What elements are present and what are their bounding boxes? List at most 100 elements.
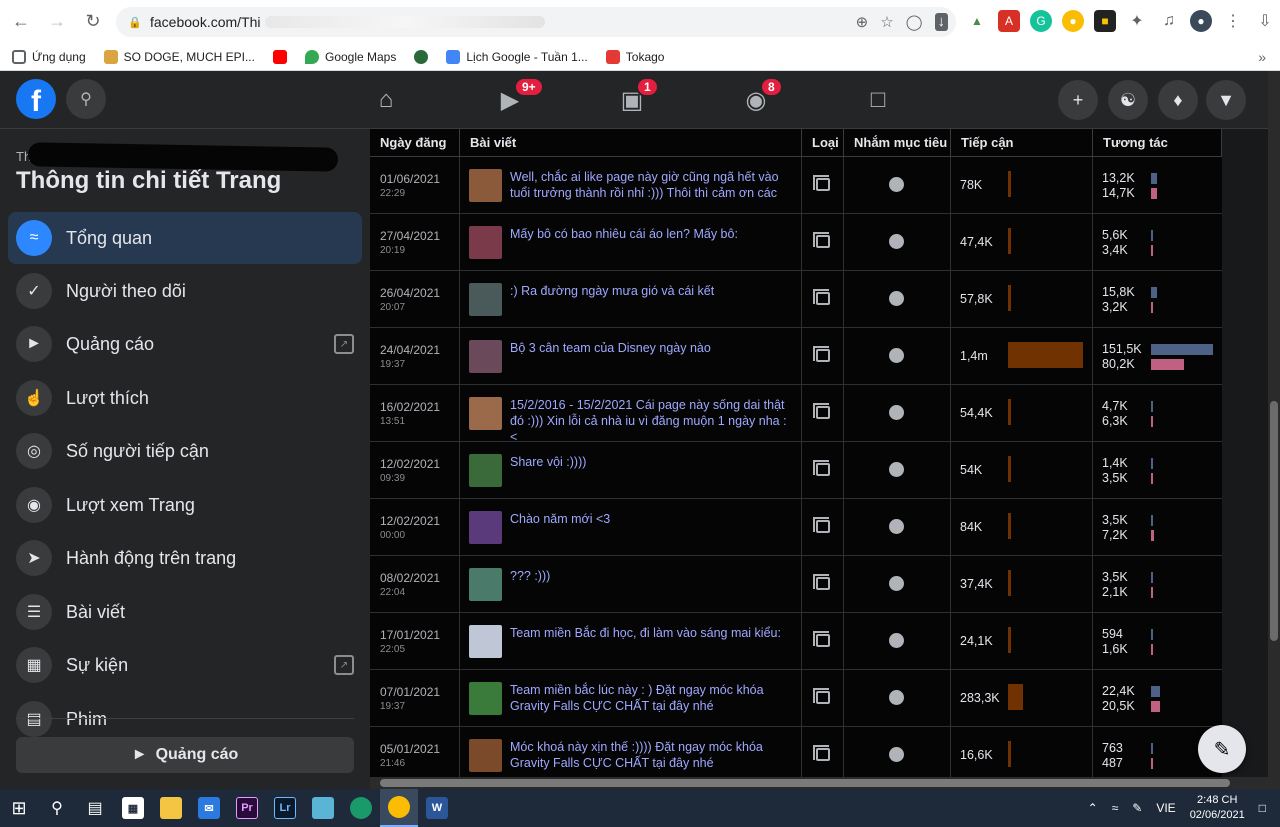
marketplace-icon[interactable]: ▣ 1 <box>602 77 662 121</box>
word-icon[interactable]: W <box>418 789 456 827</box>
bookmark-calendar[interactable]: Lịch Google - Tuần 1... <box>446 49 588 64</box>
external-link-icon[interactable]: ↗ <box>334 334 354 354</box>
col-header-targeting[interactable]: Nhắm mục tiêu <box>844 129 951 157</box>
windows-start-icon[interactable]: ⊞ <box>0 789 38 827</box>
col-header-reach[interactable]: Tiếp cận <box>951 129 1093 157</box>
back-icon[interactable]: ← <box>6 7 36 37</box>
bookmark-doge[interactable]: SO DOGE, MUCH EPI... <box>103 49 255 64</box>
search-icon[interactable]: ⚲ <box>38 789 76 827</box>
pen-icon[interactable]: ✎ <box>1132 801 1142 815</box>
post-text-link[interactable]: Móc khoá này xịn thế :)))) Đặt ngay móc … <box>510 739 790 771</box>
gaming-icon[interactable]: □ <box>848 79 908 121</box>
post-thumbnail[interactable] <box>469 568 502 601</box>
post-text-link[interactable]: 15/2/2016 - 15/2/2021 Cái page này sống … <box>510 397 790 445</box>
col-header-type[interactable]: Loại <box>802 129 844 157</box>
music-icon[interactable]: ♫ <box>1158 10 1180 32</box>
app-icon[interactable] <box>304 789 342 827</box>
sidebar-item-posts[interactable]: ☰ Bài viết <box>8 586 362 638</box>
lightroom-icon[interactable]: Lr <box>266 789 304 827</box>
sidebar-item-events[interactable]: ▦ Sự kiện ↗ <box>8 639 362 691</box>
scroll-thumb[interactable] <box>1270 401 1278 641</box>
sidebar-item-ads[interactable]: ► Quảng cáo ↗ <box>8 318 362 370</box>
clock[interactable]: 2:48 CH 02/06/2021 <box>1190 793 1245 823</box>
file-explorer-icon[interactable] <box>152 789 190 827</box>
notification-center-icon[interactable]: □ <box>1259 801 1266 815</box>
post-text-link[interactable]: ??? :))) <box>510 568 790 584</box>
post-text-link[interactable]: Mấy bô có bao nhiêu cái áo len? Mấy bô: <box>510 226 790 242</box>
post-thumbnail[interactable] <box>469 454 502 487</box>
sidebar-item-followers[interactable]: ✓ Người theo dõi <box>8 265 362 317</box>
scroll-thumb[interactable] <box>380 779 1230 787</box>
post-text-link[interactable]: Chào năm mới <3 <box>510 511 790 527</box>
sidebar-item-page-views[interactable]: ◉ Lượt xem Trang <box>8 479 362 531</box>
page-scrollbar[interactable] <box>1268 71 1280 789</box>
post-thumbnail[interactable] <box>469 226 502 259</box>
download-ext-icon[interactable]: ↓ <box>934 13 948 31</box>
chevron-up-icon[interactable]: ⌃ <box>1088 801 1098 815</box>
bookmark-tokago[interactable]: Tokago <box>605 49 664 64</box>
facebook-logo[interactable]: f <box>16 79 56 119</box>
post-text-link[interactable]: :) Ra đường ngày mưa gió và cái kết <box>510 283 790 299</box>
post-thumbnail[interactable] <box>469 739 502 772</box>
task-view-icon[interactable]: ▤ <box>76 789 114 827</box>
star-icon[interactable]: ☆ <box>880 13 893 31</box>
language-indicator[interactable]: VIE <box>1156 801 1175 815</box>
col-header-engagement[interactable]: Tương tác <box>1093 129 1222 157</box>
post-text-link[interactable]: Well, chắc ai like page này giờ cũng ngã… <box>510 169 790 201</box>
post-thumbnail[interactable] <box>469 283 502 316</box>
menu-icon[interactable]: ⋮ <box>1222 10 1244 32</box>
mail-icon[interactable]: ✉ <box>190 789 228 827</box>
chrome-ext-icon[interactable]: ● <box>1062 10 1084 32</box>
downloads-icon[interactable]: ⇩ <box>1254 10 1276 32</box>
sidebar-item-likes[interactable]: ☝ Lượt thích <box>8 372 362 424</box>
bookmark-youtube[interactable] <box>272 49 287 64</box>
shield-icon[interactable]: ◯ <box>906 13 923 31</box>
premiere-icon[interactable]: Pr <box>228 789 266 827</box>
extension-icon[interactable]: A <box>998 10 1020 32</box>
post-thumbnail[interactable] <box>469 625 502 658</box>
compose-icon[interactable]: ✎ <box>1198 725 1246 773</box>
post-thumbnail[interactable] <box>469 340 502 373</box>
post-thumbnail[interactable] <box>469 397 502 430</box>
bookmark-maps[interactable]: Google Maps <box>304 49 396 64</box>
external-link-icon[interactable]: ↗ <box>334 655 354 675</box>
puzzle-icon[interactable]: ✦ <box>1126 10 1148 32</box>
post-text-link[interactable]: Team miền Bắc đi học, đi làm vào sáng ma… <box>510 625 790 641</box>
bookmark-globe[interactable] <box>414 49 429 64</box>
notifications-icon[interactable]: ♦ <box>1158 80 1198 120</box>
edge-icon[interactable] <box>342 789 380 827</box>
zoom-icon[interactable]: ⊕ <box>856 13 869 31</box>
sidebar-item-actions[interactable]: ➤ Hành động trên trang <box>8 532 362 584</box>
chevron-more-icon[interactable]: » <box>1258 49 1266 65</box>
col-header-date[interactable]: Ngày đăng <box>370 129 460 157</box>
sidebar-item-reach[interactable]: ◎ Số người tiếp cận <box>8 425 362 477</box>
bookmark-apps[interactable]: Ứng dụng <box>12 49 86 64</box>
extension-icon[interactable]: ■ <box>1094 10 1116 32</box>
post-thumbnail[interactable] <box>469 682 502 715</box>
search-icon[interactable]: ⚲ <box>66 79 106 119</box>
messenger-icon[interactable]: ☯ <box>1108 80 1148 120</box>
avatar[interactable]: ● <box>1190 10 1212 32</box>
forward-icon[interactable]: → <box>42 7 72 37</box>
grammarly-icon[interactable]: G <box>1030 10 1052 32</box>
post-thumbnail[interactable] <box>469 169 502 202</box>
table-horizontal-scrollbar[interactable] <box>370 777 1268 789</box>
col-header-post[interactable]: Bài viết <box>460 129 802 157</box>
post-text-link[interactable]: Share vội :)))) <box>510 454 790 470</box>
extension-icon[interactable]: ▲ <box>966 10 988 32</box>
chrome-icon[interactable] <box>380 789 418 827</box>
home-icon[interactable]: ⌂ <box>356 79 416 121</box>
reload-icon[interactable]: ↻ <box>78 7 108 37</box>
wifi-icon[interactable]: ≈ <box>1112 801 1119 815</box>
address-bar[interactable]: 🔒 facebook.com/Thi ⊕ ☆ ◯ ↓ <box>116 7 956 37</box>
post-text-link[interactable]: Team miền bắc lúc này : ) Đặt ngay móc k… <box>510 682 790 714</box>
post-thumbnail[interactable] <box>469 511 502 544</box>
store-icon[interactable]: ▦ <box>114 789 152 827</box>
sidebar-item-overview[interactable]: ≈ Tổng quan <box>8 212 362 264</box>
account-menu-icon[interactable]: ▼ <box>1206 80 1246 120</box>
create-icon[interactable]: + <box>1058 80 1098 120</box>
watch-icon[interactable]: ▶ 9+ <box>480 77 544 121</box>
groups-icon[interactable]: ◉ 8 <box>726 77 786 121</box>
create-ad-button[interactable]: ► Quảng cáo <box>16 737 354 773</box>
post-text-link[interactable]: Bộ 3 cân team của Disney ngày nào <box>510 340 790 356</box>
